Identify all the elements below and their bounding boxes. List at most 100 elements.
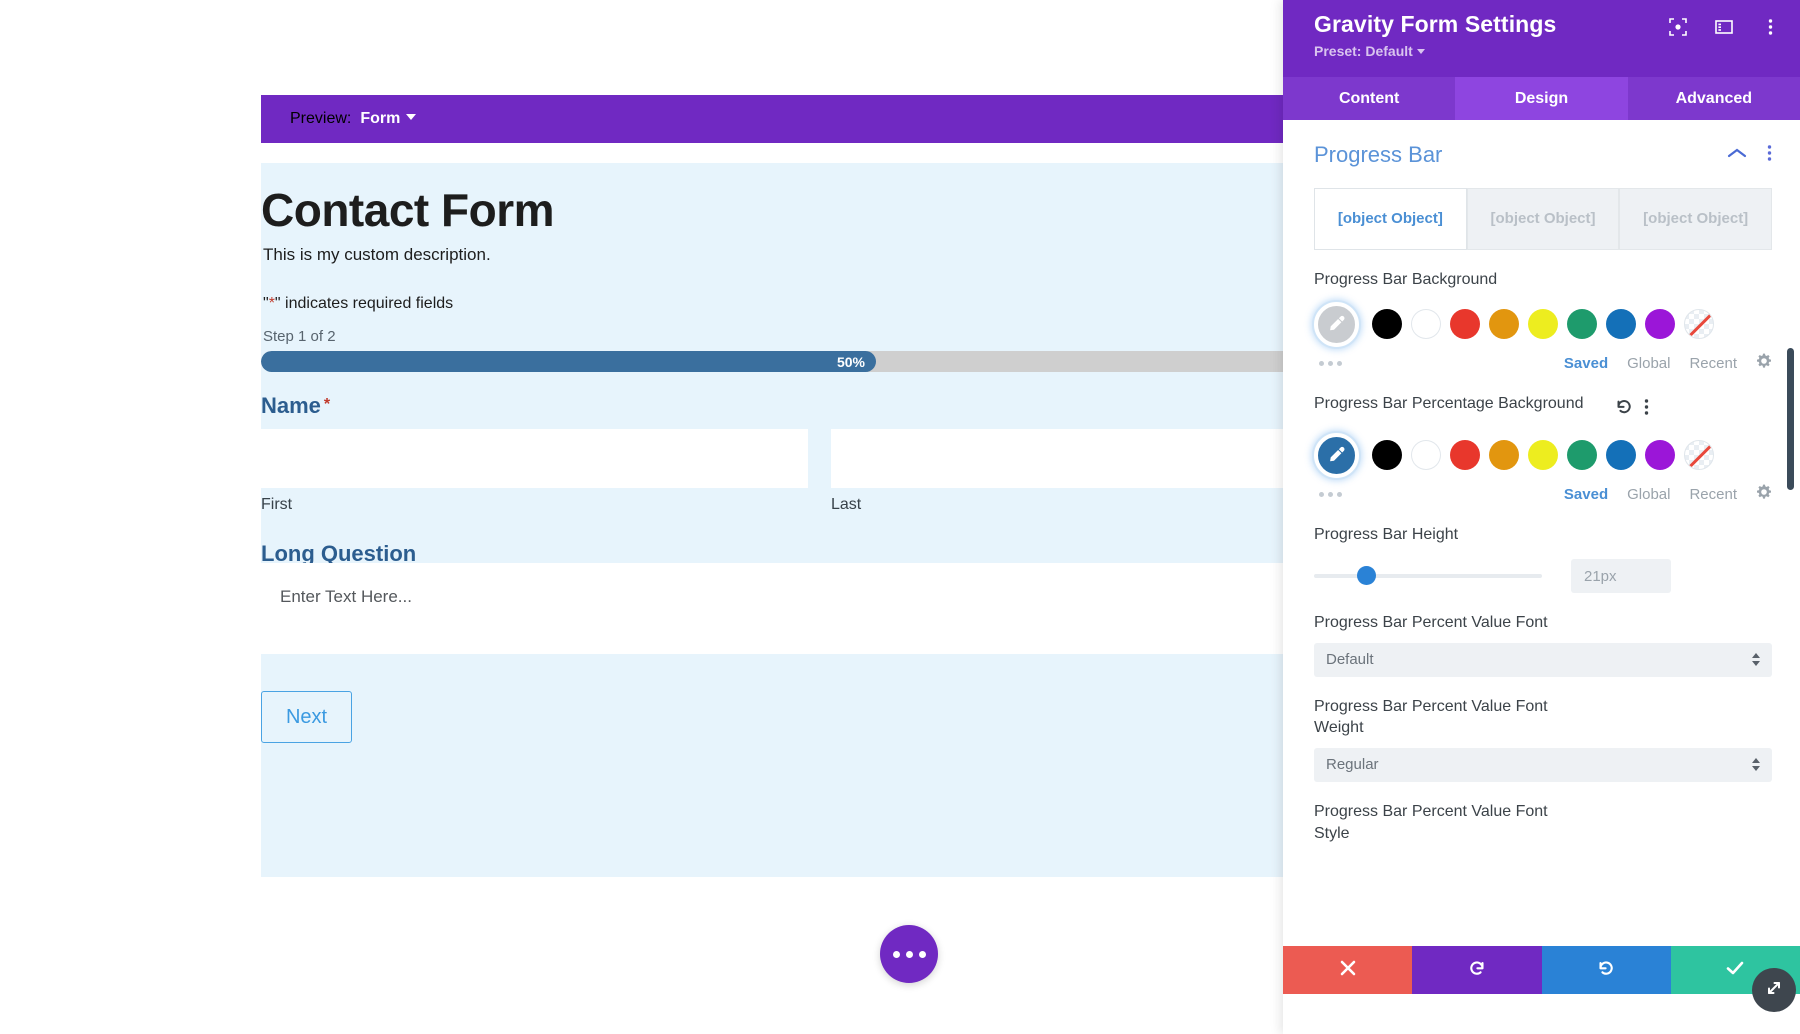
height-value-field[interactable]: 21px: [1571, 559, 1671, 593]
focus-target-icon[interactable]: [1668, 17, 1688, 37]
swatch-none[interactable]: [1684, 309, 1714, 339]
close-x-icon: [1339, 959, 1357, 982]
panel-scrollbar-thumb[interactable]: [1787, 348, 1794, 490]
percent-value-font-weight-select[interactable]: Regular: [1314, 748, 1772, 782]
palette-link-saved[interactable]: Saved: [1564, 486, 1608, 503]
kebab-menu-icon[interactable]: [1767, 144, 1772, 167]
kebab-menu-icon[interactable]: [1644, 398, 1649, 421]
panel-resize-handle[interactable]: [1752, 968, 1796, 1012]
section-title: Progress Bar: [1314, 142, 1727, 168]
percent-value-font-label: Progress Bar Percent Value Font: [1283, 593, 1613, 634]
swatch-purple[interactable]: [1645, 309, 1675, 339]
more-options-fab[interactable]: [880, 925, 938, 983]
object-tab-1[interactable]: [object Object]: [1314, 188, 1467, 250]
swatch-blue[interactable]: [1606, 309, 1636, 339]
swatch-black[interactable]: [1372, 309, 1402, 339]
swatch-white[interactable]: [1411, 440, 1441, 470]
progress-bar-percent-label: 50%: [837, 354, 876, 370]
gear-icon[interactable]: [1756, 484, 1772, 505]
swatch-none[interactable]: [1684, 440, 1714, 470]
more-dots-icon[interactable]: [1319, 492, 1564, 497]
caret-down-icon[interactable]: [406, 114, 416, 120]
last-name-sublabel: Last: [831, 496, 861, 514]
percent-value-font-weight-value: Regular: [1326, 756, 1752, 773]
palette-link-saved[interactable]: Saved: [1564, 355, 1608, 372]
height-slider-thumb[interactable]: [1357, 566, 1376, 585]
required-fields-note: "*" indicates required fields: [263, 295, 453, 313]
panel-action-bar: [1283, 946, 1800, 994]
object-tab-2[interactable]: [object Object]: [1467, 188, 1620, 250]
progress-bar-height-label: Progress Bar Height: [1283, 505, 1613, 546]
swatch-white[interactable]: [1411, 309, 1441, 339]
required-note-text: " indicates required fields: [275, 295, 453, 312]
object-tab-3[interactable]: [object Object]: [1619, 188, 1772, 250]
percent-value-font-select[interactable]: Default: [1314, 643, 1772, 677]
name-field-label: Name*: [261, 393, 330, 419]
gear-icon[interactable]: [1756, 353, 1772, 374]
swatch-yellow[interactable]: [1528, 440, 1558, 470]
swatch-purple[interactable]: [1645, 440, 1675, 470]
undo-button[interactable]: [1412, 946, 1541, 994]
chevron-updown-icon: [1752, 653, 1760, 666]
progress-bar-fill: 50%: [261, 351, 876, 372]
cancel-button[interactable]: [1283, 946, 1412, 994]
preview-canvas: Preview: Form Contact Form This is my cu…: [0, 0, 1283, 1034]
color-picker-eyedropper-button[interactable]: [1314, 433, 1359, 478]
more-dots-icon[interactable]: [1319, 361, 1564, 366]
more-options-icon: [919, 951, 926, 958]
settings-scroll-area: Progress Bar [object Object]: [1283, 120, 1800, 914]
reset-icon[interactable]: [1614, 397, 1634, 422]
tab-design[interactable]: Design: [1455, 77, 1627, 120]
palette-link-recent[interactable]: Recent: [1689, 486, 1737, 503]
color-picker-eyedropper-button[interactable]: [1314, 302, 1359, 347]
app-root: Preview: Form Contact Form This is my cu…: [0, 0, 1800, 1034]
palette-links-row: Saved Global Recent: [1283, 478, 1800, 505]
object-tabs: [object Object] [object Object] [object …: [1314, 188, 1772, 250]
first-name-sublabel: First: [261, 496, 292, 514]
progress-bar-background-label: Progress Bar Background: [1283, 250, 1613, 291]
first-name-input[interactable]: [261, 429, 808, 488]
long-question-placeholder: Enter Text Here...: [280, 587, 412, 607]
preview-form-selector[interactable]: Form: [360, 110, 400, 128]
section-progress-bar-header: Progress Bar: [1283, 120, 1800, 180]
settings-panel-header: Gravity Form Settings Preset: Default: [1283, 0, 1800, 77]
swatch-yellow[interactable]: [1528, 309, 1558, 339]
settings-tabs: Content Design Advanced: [1283, 77, 1800, 120]
swatch-orange[interactable]: [1489, 309, 1519, 339]
more-options-icon: [906, 951, 913, 958]
palette-link-recent[interactable]: Recent: [1689, 355, 1737, 372]
check-icon: [1725, 959, 1745, 982]
palette-links: Saved Global Recent: [1564, 484, 1772, 505]
panel-layout-icon[interactable]: [1714, 17, 1734, 37]
name-field-label-text: Name: [261, 393, 321, 418]
section-header-actions: [1727, 144, 1772, 167]
percent-value-font-value: Default: [1326, 651, 1752, 668]
swatch-red[interactable]: [1450, 440, 1480, 470]
redo-button[interactable]: [1542, 946, 1671, 994]
height-slider-track[interactable]: [1314, 574, 1542, 578]
swatch-red[interactable]: [1450, 309, 1480, 339]
preset-label: Preset: Default: [1314, 43, 1413, 59]
palette-links-row: Saved Global Recent: [1283, 347, 1800, 374]
preset-selector[interactable]: Preset: Default: [1314, 43, 1778, 59]
palette-link-global[interactable]: Global: [1627, 355, 1670, 372]
percent-value-font-weight-label: Progress Bar Percent Value Font Weight: [1283, 677, 1613, 739]
swatch-green[interactable]: [1567, 440, 1597, 470]
form-description: This is my custom description.: [263, 245, 491, 265]
panel-header-actions: [1668, 17, 1780, 37]
percentage-background-actions: [1614, 393, 1649, 422]
swatch-black[interactable]: [1372, 440, 1402, 470]
swatch-blue[interactable]: [1606, 440, 1636, 470]
palette-link-global[interactable]: Global: [1627, 486, 1670, 503]
kebab-menu-icon[interactable]: [1760, 17, 1780, 37]
tab-content[interactable]: Content: [1283, 77, 1455, 120]
tab-advanced[interactable]: Advanced: [1628, 77, 1800, 120]
progress-bar-percentage-background-swatches: [1283, 422, 1800, 478]
settings-panel: Gravity Form Settings Preset: Default: [1283, 0, 1800, 1034]
next-button[interactable]: Next: [261, 691, 352, 743]
swatch-green[interactable]: [1567, 309, 1597, 339]
step-indicator: Step 1 of 2: [263, 328, 336, 345]
page-title: Contact Form: [261, 183, 554, 237]
swatch-orange[interactable]: [1489, 440, 1519, 470]
chevron-up-icon[interactable]: [1727, 146, 1747, 164]
